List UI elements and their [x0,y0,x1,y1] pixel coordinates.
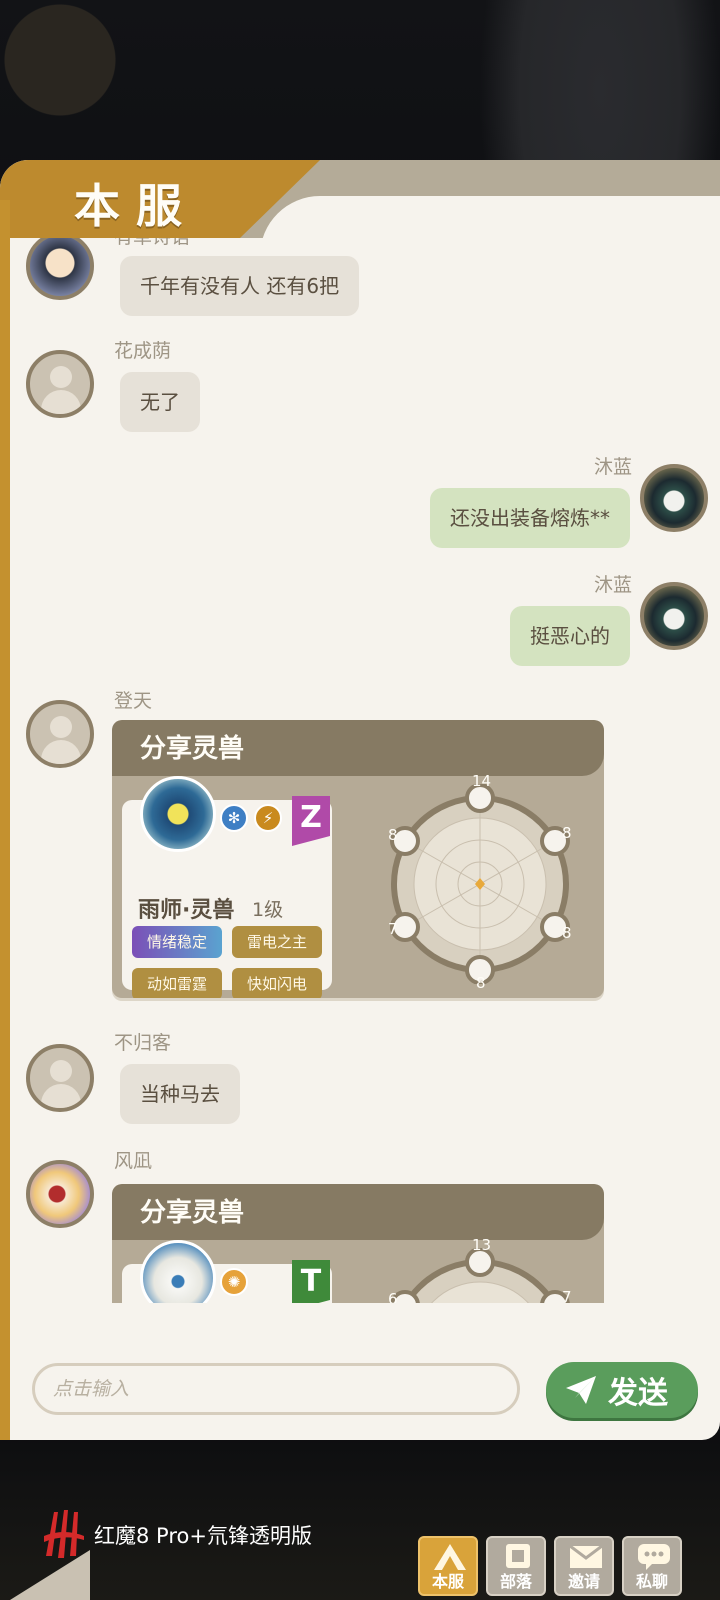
redmagic-logo-icon [44,1510,84,1558]
send-button[interactable]: 发送 [546,1362,698,1418]
input-placeholder: 点击输入 [53,1378,130,1400]
sender-name: 沐蓝 [593,456,632,478]
stat-value: 8 [388,826,398,844]
sender-name: 沐蓝 [593,574,632,596]
sender-name: 有草诗语 [114,238,190,249]
beast-info: ✻ ⚡ Z 雨师·灵兽 1级 情绪稳定 雷电之主 动如雷霆 快如闪电 [122,776,332,998]
sender-name: 风凪 [114,1150,153,1172]
nav-server[interactable]: 本服 [418,1536,478,1596]
beast-name: 雨师·灵兽 [138,898,235,923]
stat-value: 8 [476,974,486,992]
beast-share-card[interactable]: 分享灵兽 ✻ ⚡ Z 雨师·灵兽 1级 情绪稳定 雷电之主 动如雷霆 快如闪电 [112,720,604,998]
trait-tag: 情绪稳定 [132,926,222,958]
message-bubble: 当种马去 [120,1064,240,1124]
envelope-icon [570,1544,602,1568]
message-input[interactable]: 点击输入 [32,1363,520,1415]
stat-value: 6 [388,1290,398,1303]
stat-radar [390,784,570,984]
watermark-text: 红魔8 Pro+氘锋透明版 [94,1524,312,1548]
avatar[interactable] [26,1160,94,1228]
message-bubble: 挺恶心的 [510,606,630,666]
sender-name: 不归客 [114,1032,172,1054]
trait-tag: 快如闪电 [232,968,322,998]
grade-badge: T [292,1260,330,1303]
panel-title: 本服 [74,179,198,233]
beast-share-card[interactable]: 分享灵兽 ✺ T 13 7 6 [112,1184,604,1303]
stat-radar [390,1248,570,1303]
card-title: 分享灵兽 [140,734,245,764]
avatar[interactable] [26,1044,94,1112]
grade-badge: Z [292,796,330,846]
stat-value: 7 [562,1288,572,1303]
avatar[interactable] [26,238,94,300]
stat-value: 14 [472,772,492,790]
beast-info: ✺ T [122,1240,332,1303]
stat-value: 13 [472,1236,492,1254]
card-title: 分享灵兽 [140,1198,245,1228]
message-bubble: 千年有没有人 还有6把 [120,256,360,316]
trait-tag: 动如雷霆 [132,968,222,998]
beast-portrait [140,1240,216,1303]
trait-tag: 雷电之主 [232,926,322,958]
message-list[interactable]: 有草诗语 千年有没有人 还有6把 花成荫 无了 沐蓝 还没出装备熔炼** 沐蓝 … [10,238,720,1303]
nav-invite[interactable]: 邀请 [554,1536,614,1596]
paper-plane-icon [566,1376,596,1404]
chat-bubble-icon [638,1544,670,1570]
wind-element-icon: ✻ [220,804,248,832]
message-bubble: 无了 [120,372,200,432]
sender-name: 登天 [114,690,153,712]
stat-value: 7 [388,920,398,938]
message-bubble: 还没出装备熔炼** [430,488,630,548]
avatar[interactable] [26,350,94,418]
avatar[interactable] [26,700,94,768]
chat-panel: 本服 有草诗语 千年有没有人 还有6把 花成荫 无了 沐蓝 还没出装备熔炼** … [0,160,720,1440]
device-watermark: 红魔8 Pro+氘锋透明版 [40,1506,330,1566]
stat-value: 8 [562,924,572,942]
tribe-icon [506,1544,530,1568]
stat-value: 8 [562,824,572,842]
nav-tribe[interactable]: 部落 [486,1536,546,1596]
avatar[interactable] [640,582,708,650]
sun-element-icon: ✺ [220,1268,248,1296]
beast-portrait [140,776,216,852]
thunder-element-icon: ⚡ [254,804,282,832]
mountain-icon [434,1544,466,1570]
nav-private-chat[interactable]: 私聊 [622,1536,682,1596]
beast-level: 1级 [252,899,284,921]
avatar[interactable] [640,464,708,532]
sender-name: 花成荫 [114,340,172,362]
